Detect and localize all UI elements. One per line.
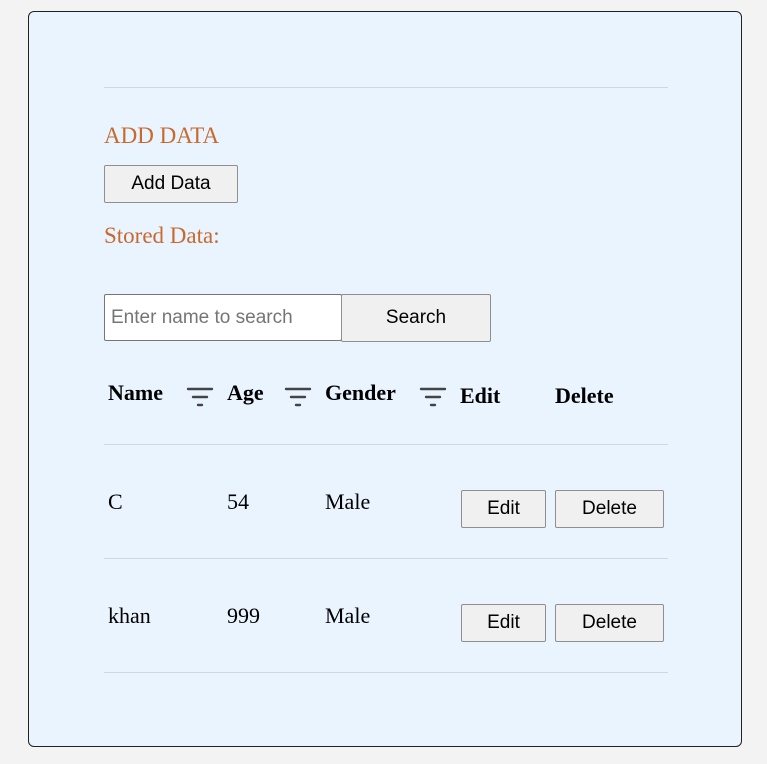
header-name: Name bbox=[108, 380, 163, 405]
age-filter-icon[interactable] bbox=[283, 386, 313, 408]
gender-filter-icon[interactable] bbox=[418, 386, 448, 408]
search-input[interactable] bbox=[104, 294, 342, 341]
cell-name: khan bbox=[108, 603, 151, 628]
header-delete: Delete bbox=[555, 383, 614, 408]
cell-age: 54 bbox=[227, 489, 249, 514]
delete-button[interactable]: Delete bbox=[555, 490, 664, 528]
delete-button[interactable]: Delete bbox=[555, 604, 664, 642]
name-filter-icon[interactable] bbox=[185, 386, 215, 408]
row-divider bbox=[104, 672, 668, 673]
edit-button[interactable]: Edit bbox=[461, 490, 546, 528]
cell-gender: Male bbox=[325, 603, 371, 628]
stored-data-heading: Stored Data: bbox=[104, 223, 220, 248]
cell-name: C bbox=[108, 489, 123, 514]
header-divider bbox=[104, 444, 668, 445]
add-data-heading: ADD DATA bbox=[104, 123, 220, 148]
data-card: ADD DATA Add Data Stored Data: Search Na… bbox=[28, 11, 742, 747]
header-edit: Edit bbox=[460, 383, 501, 408]
header-age: Age bbox=[227, 380, 264, 405]
top-divider bbox=[104, 87, 668, 88]
cell-gender: Male bbox=[325, 489, 371, 514]
header-gender: Gender bbox=[325, 380, 396, 405]
cell-age: 999 bbox=[227, 603, 260, 628]
row-divider bbox=[104, 558, 668, 559]
edit-button[interactable]: Edit bbox=[461, 604, 546, 642]
add-data-button[interactable]: Add Data bbox=[104, 165, 238, 203]
search-button[interactable]: Search bbox=[341, 294, 491, 342]
